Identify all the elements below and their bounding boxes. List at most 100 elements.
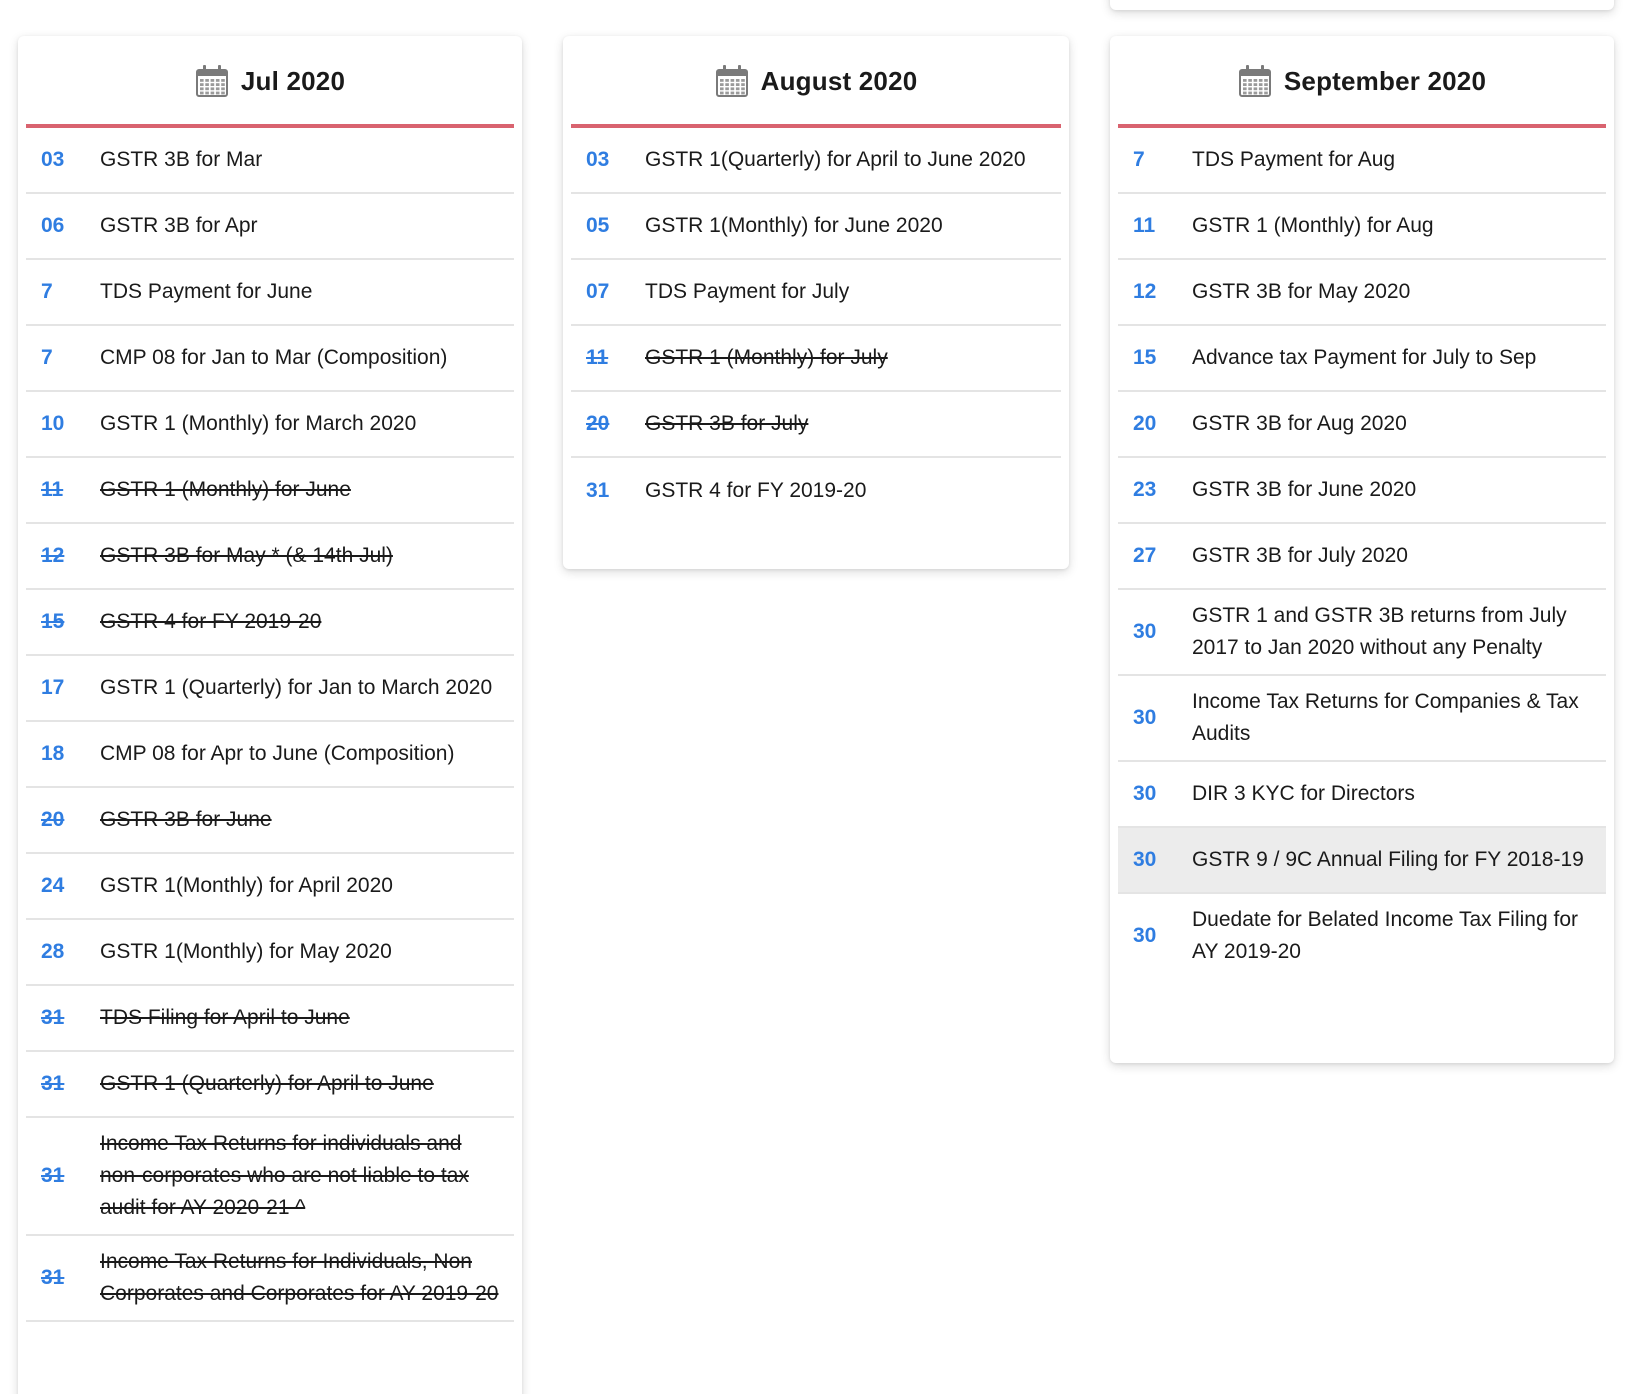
due-description: Income Tax Returns for Individuals, Non … xyxy=(100,1250,499,1305)
due-description: GSTR 3B for Apr xyxy=(100,214,258,237)
due-description: GSTR 1(Monthly) for April 2020 xyxy=(100,874,393,897)
month-title: August 2020 xyxy=(760,65,918,96)
due-date-row[interactable]: 30 GSTR 1 and GSTR 3B returns from July 2… xyxy=(1118,590,1606,676)
due-day: 31 xyxy=(41,1072,65,1095)
month-card-july: Jul 2020 03 GSTR 3B for Mar 06 GSTR 3B for … xyxy=(18,36,522,1394)
due-day: 18 xyxy=(41,742,65,765)
due-date-row[interactable]: 06 GSTR 3B for Apr xyxy=(26,194,514,260)
due-day: 20 xyxy=(1133,412,1157,435)
due-date-row[interactable]: 24 GSTR 1(Monthly) for April 2020 xyxy=(26,854,514,920)
calendar-icon xyxy=(195,64,229,98)
due-date-row[interactable]: 05 GSTR 1(Monthly) for June 2020 xyxy=(571,194,1061,260)
due-date-row[interactable]: 20 GSTR 3B for Aug 2020 xyxy=(1118,392,1606,458)
card-header: September 2020 xyxy=(1118,36,1606,128)
due-date-row[interactable]: 7 CMP 08 for Jan to Mar (Composition) xyxy=(26,326,514,392)
due-date-row[interactable]: 03 GSTR 1(Quarterly) for April to June 20… xyxy=(571,128,1061,194)
due-description: TDS Filing for April to June xyxy=(100,1006,350,1029)
due-date-row[interactable]: 7 TDS Payment for Aug xyxy=(1118,128,1606,194)
due-date-row[interactable]: 30 Duedate for Belated Income Tax Filing … xyxy=(1118,894,1606,978)
due-description: GSTR 1(Monthly) for June 2020 xyxy=(645,214,943,237)
due-description: Income Tax Returns for Companies & Tax A… xyxy=(1192,690,1579,745)
due-day: 7 xyxy=(1133,148,1145,171)
due-description: DIR 3 KYC for Directors xyxy=(1192,782,1415,805)
due-date-row[interactable]: 11 GSTR 1 (Monthly) for June xyxy=(26,458,514,524)
due-day: 31 xyxy=(41,1266,65,1289)
due-day: 03 xyxy=(586,148,610,171)
due-date-row[interactable]: 30 GSTR 9 / 9C Annual Filing for FY 2018-… xyxy=(1118,828,1606,894)
due-date-row[interactable]: 31 Income Tax Returns for individuals and… xyxy=(26,1118,514,1236)
due-date-row[interactable]: 30 DIR 3 KYC for Directors xyxy=(1118,762,1606,828)
due-day: 15 xyxy=(1133,346,1157,369)
month-card-september: September 2020 7 TDS Payment for Aug 11 GST… xyxy=(1110,36,1614,1063)
due-date-row[interactable]: 18 CMP 08 for Apr to June (Composition) xyxy=(26,722,514,788)
due-day: 03 xyxy=(41,148,65,171)
due-description: GSTR 3B for July xyxy=(645,412,809,435)
due-day: 20 xyxy=(586,412,610,435)
due-day: 12 xyxy=(1133,280,1157,303)
due-day: 12 xyxy=(41,544,65,567)
due-description: GSTR 3B for Mar xyxy=(100,148,263,171)
due-date-row[interactable]: 11 GSTR 1 (Monthly) for Aug xyxy=(1118,194,1606,260)
due-day: 28 xyxy=(41,940,65,963)
due-day: 10 xyxy=(41,412,65,435)
due-list: 7 TDS Payment for Aug 11 GSTR 1 (Monthly) f… xyxy=(1118,128,1606,978)
due-description: GSTR 1 (Monthly) for July xyxy=(645,346,888,369)
due-day: 30 xyxy=(1133,782,1157,805)
due-date-row[interactable]: 17 GSTR 1 (Quarterly) for Jan to March 20… xyxy=(26,656,514,722)
due-day: 30 xyxy=(1133,848,1157,871)
due-day: 31 xyxy=(586,479,610,502)
due-description: GSTR 1 and GSTR 3B returns from July 201… xyxy=(1192,604,1567,659)
due-day: 11 xyxy=(1133,214,1156,237)
due-date-row[interactable]: 12 GSTR 3B for May * (& 14th Jul) xyxy=(26,524,514,590)
due-description: GSTR 1 (Monthly) for June xyxy=(100,478,351,501)
due-description: GSTR 9 / 9C Annual Filing for FY 2018-19 xyxy=(1192,848,1584,871)
due-date-row[interactable]: 03 GSTR 3B for Mar xyxy=(26,128,514,194)
due-description: Advance tax Payment for July to Sep xyxy=(1192,346,1537,369)
due-date-row[interactable]: 31 TDS Filing for April to June xyxy=(26,986,514,1052)
due-date-row[interactable]: 10 GSTR 1 (Monthly) for March 2020 xyxy=(26,392,514,458)
due-description: GSTR 3B for June 2020 xyxy=(1192,478,1417,501)
due-date-row[interactable]: 28 GSTR 1(Monthly) for May 2020 xyxy=(26,920,514,986)
due-description: GSTR 1 (Monthly) for March 2020 xyxy=(100,412,417,435)
due-day: 24 xyxy=(41,874,65,897)
due-date-row[interactable]: 7 TDS Payment for June xyxy=(26,260,514,326)
due-day: 17 xyxy=(41,676,65,699)
due-day: 07 xyxy=(586,280,610,303)
due-day: 20 xyxy=(41,808,65,831)
due-date-row[interactable]: 27 GSTR 3B for July 2020 xyxy=(1118,524,1606,590)
due-description: GSTR 4 for FY 2019-20 xyxy=(100,610,322,633)
due-day: 05 xyxy=(586,214,610,237)
month-card-august: August 2020 03 GSTR 1(Quarterly) for Apri… xyxy=(563,36,1069,569)
due-day: 15 xyxy=(41,610,65,633)
due-date-row[interactable]: 15 Advance tax Payment for July to Sep xyxy=(1118,326,1606,392)
due-day: 27 xyxy=(1133,544,1157,567)
due-date-row[interactable]: 31 GSTR 4 for FY 2019-20 xyxy=(571,458,1061,524)
card-header: Jul 2020 xyxy=(26,36,514,128)
due-date-row[interactable]: 20 GSTR 3B for June xyxy=(26,788,514,854)
due-day: 30 xyxy=(1133,706,1157,729)
due-description: TDS Payment for Aug xyxy=(1192,148,1396,171)
due-date-calendar: Jul 2020 03 GSTR 3B for Mar 06 GSTR 3B for … xyxy=(0,0,1634,1394)
due-date-row[interactable]: 11 GSTR 1 (Monthly) for July xyxy=(571,326,1061,392)
due-day: 11 xyxy=(41,478,64,501)
due-date-row[interactable]: 23 GSTR 3B for June 2020 xyxy=(1118,458,1606,524)
due-day: 31 xyxy=(41,1164,65,1187)
due-description: CMP 08 for Apr to June (Composition) xyxy=(100,742,455,765)
due-day: 31 xyxy=(41,1006,65,1029)
due-date-row[interactable]: 12 GSTR 3B for May 2020 xyxy=(1118,260,1606,326)
due-description: CMP 08 for Jan to Mar (Composition) xyxy=(100,346,448,369)
due-date-row[interactable]: 30 Income Tax Returns for Companies & Tax… xyxy=(1118,676,1606,762)
due-date-row[interactable]: 20 GSTR 3B for July xyxy=(571,392,1061,458)
month-title: Jul 2020 xyxy=(240,65,346,96)
due-description: GSTR 3B for May * (& 14th Jul) xyxy=(100,544,393,567)
due-description: GSTR 4 for FY 2019-20 xyxy=(645,479,867,502)
due-description: TDS Payment for July xyxy=(645,280,850,303)
due-description: Income Tax Returns for individuals and n… xyxy=(100,1132,469,1219)
due-day: 7 xyxy=(41,346,53,369)
due-date-row[interactable]: 15 GSTR 4 for FY 2019-20 xyxy=(26,590,514,656)
due-day: 30 xyxy=(1133,620,1157,643)
due-description: GSTR 1 (Quarterly) for April to June xyxy=(100,1072,434,1095)
due-date-row[interactable]: 31 Income Tax Returns for Individuals, No… xyxy=(26,1236,514,1322)
due-date-row[interactable]: 31 GSTR 1 (Quarterly) for April to June xyxy=(26,1052,514,1118)
due-date-row[interactable]: 07 TDS Payment for July xyxy=(571,260,1061,326)
